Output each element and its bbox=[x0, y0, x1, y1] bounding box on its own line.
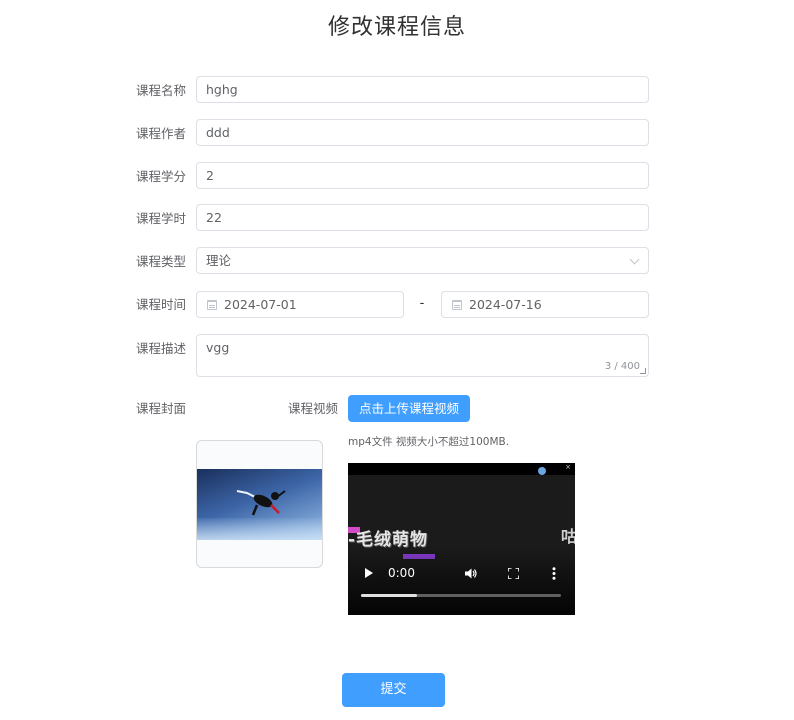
course-credit-label: 课程学分 bbox=[135, 169, 186, 184]
calendar-icon bbox=[452, 300, 462, 310]
video-edge-text: 咕 bbox=[561, 527, 575, 546]
date-range-separator: - bbox=[419, 296, 425, 311]
course-time-label: 课程时间 bbox=[135, 297, 186, 312]
course-hours-label: 课程学时 bbox=[135, 211, 186, 226]
course-credit-input[interactable]: 2 bbox=[196, 162, 649, 189]
video-progress-bar[interactable] bbox=[361, 594, 561, 597]
start-date-picker[interactable]: 2024-07-01 bbox=[196, 291, 404, 318]
course-author-label: 课程作者 bbox=[135, 126, 186, 141]
course-description-label: 课程描述 bbox=[135, 341, 186, 356]
word-count: 3 / 400 bbox=[604, 361, 640, 372]
play-icon[interactable] bbox=[365, 568, 373, 578]
end-date-value: 2024-07-16 bbox=[469, 297, 542, 312]
chevron-down-icon bbox=[629, 254, 640, 265]
course-type-select[interactable]: 理论 bbox=[196, 247, 649, 274]
course-hours-input[interactable]: 22 bbox=[196, 204, 649, 231]
cover-uploader[interactable] bbox=[196, 440, 323, 568]
more-vertical-icon[interactable] bbox=[552, 567, 556, 580]
video-progress-fill bbox=[361, 594, 417, 597]
resize-handle[interactable] bbox=[640, 368, 646, 374]
volume-icon[interactable] bbox=[465, 568, 477, 579]
course-description-value: vgg bbox=[206, 340, 230, 355]
end-date-picker[interactable]: 2024-07-16 bbox=[441, 291, 649, 318]
page-title: 修改课程信息 bbox=[327, 15, 466, 40]
video-time: 0:00 bbox=[388, 566, 415, 580]
upload-video-button[interactable]: 点击上传课程视频 bbox=[348, 395, 470, 422]
start-date-value: 2024-07-01 bbox=[224, 297, 297, 312]
course-author-input[interactable]: ddd bbox=[196, 119, 649, 146]
fullscreen-icon[interactable] bbox=[508, 568, 519, 579]
close-icon: × bbox=[565, 463, 571, 471]
course-type-value: 理论 bbox=[206, 253, 232, 268]
course-description-textarea[interactable]: vgg 3 / 400 bbox=[196, 334, 649, 377]
course-name-input[interactable]: hghg bbox=[196, 76, 649, 103]
calendar-icon bbox=[207, 300, 217, 310]
course-cover-label: 课程封面 bbox=[135, 401, 186, 416]
cover-image bbox=[197, 469, 322, 540]
video-player[interactable]: × -毛绒萌物 咕 0:00 bbox=[348, 463, 575, 615]
course-video-label: 课程视频 bbox=[287, 401, 338, 416]
course-type-label: 课程类型 bbox=[135, 254, 186, 269]
avatar bbox=[538, 467, 546, 475]
skydiver-figure bbox=[236, 490, 286, 516]
submit-button[interactable]: 提交 bbox=[342, 673, 445, 707]
course-name-label: 课程名称 bbox=[135, 83, 186, 98]
upload-tip: mp4文件 视频大小不超过100MB. bbox=[348, 436, 510, 448]
